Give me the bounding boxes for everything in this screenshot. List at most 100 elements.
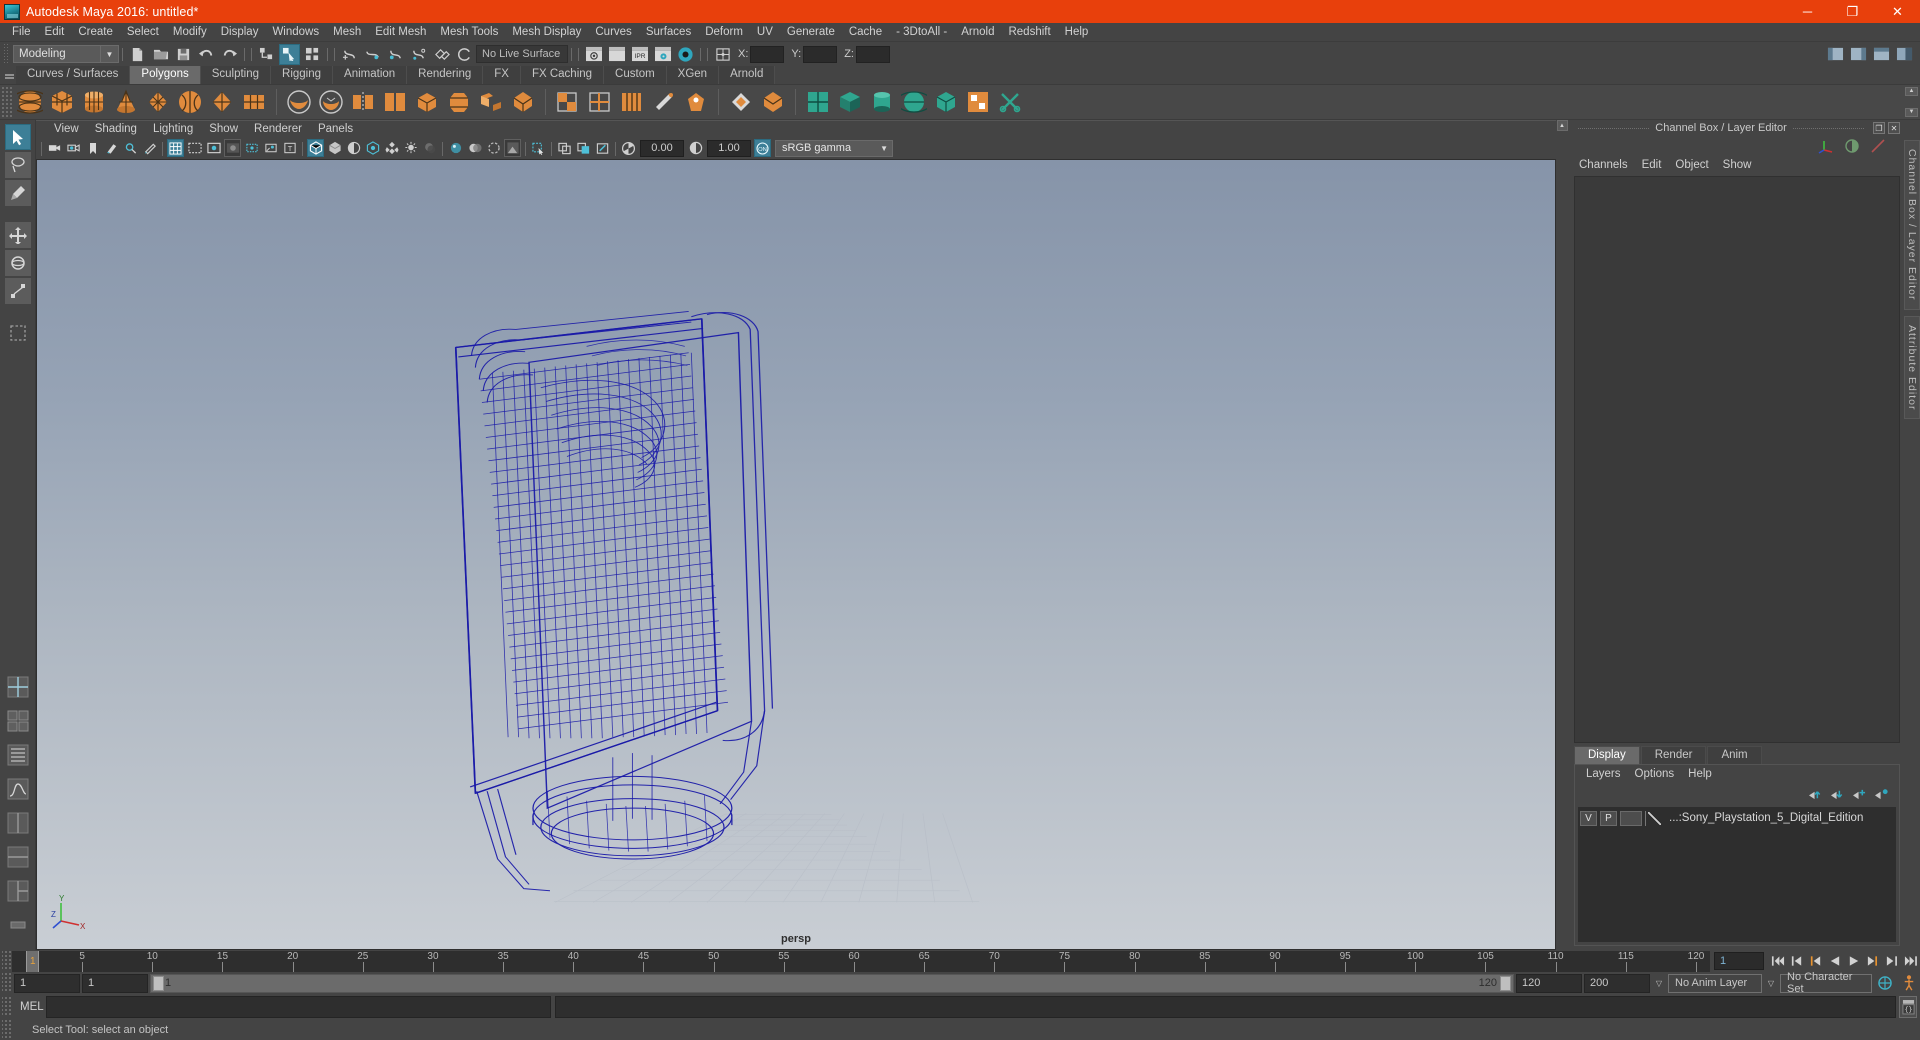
vertical-tab-channel-box[interactable]: Channel Box / Layer Editor <box>1904 140 1920 310</box>
viewport-menu-renderer[interactable]: Renderer <box>246 123 310 135</box>
menu-windows[interactable]: Windows <box>265 23 326 42</box>
select-by-object-type-button[interactable] <box>279 43 300 65</box>
snap-to-points-button[interactable] <box>385 44 406 65</box>
exposure-icon[interactable] <box>620 139 637 157</box>
color-profile-selector[interactable]: sRGB gamma ▼ <box>775 139 893 157</box>
move-layer-up-button[interactable] <box>1808 788 1823 801</box>
step-forward-frame-button[interactable] <box>1864 952 1881 971</box>
show-hide-modeling-toolkit-button[interactable] <box>1825 44 1846 65</box>
use-all-lights-icon[interactable] <box>402 139 419 157</box>
character-set-dropdown-arrow[interactable]: ▽ <box>1764 974 1778 993</box>
menu-edit[interactable]: Edit <box>38 23 72 42</box>
script-editor-icon[interactable]: {} <box>1899 996 1917 1018</box>
layer-tab-render[interactable]: Render <box>1640 746 1707 764</box>
manipulator-axis-icon[interactable] <box>1818 138 1834 154</box>
texture-display-icon[interactable] <box>383 139 400 157</box>
coord-y-field[interactable] <box>803 45 838 63</box>
channel-box-menu-edit[interactable]: Edit <box>1635 159 1669 171</box>
four-view-layout[interactable] <box>3 706 33 736</box>
resolution-gate-icon[interactable] <box>205 139 222 157</box>
layer-color-swatch[interactable] <box>1620 810 1642 826</box>
live-surface-field[interactable]: No Live Surface <box>476 45 568 63</box>
polygon-cube-icon[interactable] <box>47 87 77 117</box>
panel-close-button[interactable]: ✕ <box>1888 122 1900 134</box>
extrude-icon[interactable] <box>412 87 442 117</box>
hypershade-layout[interactable] <box>3 910 33 940</box>
select-tool[interactable] <box>4 124 31 150</box>
screen-space-ao-icon[interactable] <box>447 139 464 157</box>
bridge-icon[interactable] <box>476 87 506 117</box>
snap-to-curves-button[interactable] <box>362 44 383 65</box>
layer-tab-anim[interactable]: Anim <box>1707 746 1762 764</box>
animation-preferences-icon[interactable] <box>1898 973 1920 993</box>
shadows-toggle-icon[interactable] <box>421 139 438 157</box>
menu-display[interactable]: Display <box>214 23 266 42</box>
command-output-field[interactable] <box>555 996 1896 1018</box>
exposure-field[interactable]: 0.00 <box>640 139 684 157</box>
gamma-icon[interactable] <box>687 139 704 157</box>
layer-playback-toggle[interactable]: P <box>1600 810 1617 826</box>
grid-toggle-icon[interactable] <box>167 139 184 157</box>
polygon-pyramid-icon[interactable] <box>207 87 237 117</box>
snap-to-grid-button[interactable] <box>339 44 360 65</box>
polygon-torus-icon[interactable] <box>143 87 173 117</box>
viewport-3d-canvas[interactable]: persp Y X Z <box>36 159 1556 950</box>
viewport-scroll-up-icon[interactable]: ▲ <box>1556 120 1568 131</box>
step-forward-keyframe-button[interactable] <box>1883 952 1900 971</box>
gate-mask-icon[interactable] <box>224 139 241 157</box>
animation-end-field[interactable]: 200 <box>1584 973 1650 993</box>
xray-toggle-icon[interactable] <box>243 139 260 157</box>
layer-menu-layers[interactable]: Layers <box>1579 768 1628 780</box>
command-language-label[interactable]: MEL <box>12 1001 46 1013</box>
multisample-aa-icon[interactable] <box>485 139 502 157</box>
shelf-gripper[interactable] <box>2 85 14 119</box>
target-weld-icon[interactable] <box>681 87 711 117</box>
last-tool-used[interactable] <box>5 320 31 346</box>
snap-to-projected-center-button[interactable] <box>408 44 429 65</box>
paint-select-tool[interactable] <box>4 180 31 206</box>
menu-help[interactable]: Help <box>1058 23 1096 42</box>
shelf-tab-sculpting[interactable]: Sculpting <box>200 66 272 84</box>
time-slider-gripper[interactable] <box>2 951 12 971</box>
mirror-geometry-icon[interactable] <box>348 87 378 117</box>
menu-surfaces[interactable]: Surfaces <box>639 23 698 42</box>
scale-tool[interactable] <box>4 278 31 304</box>
viewport-menu-panels[interactable]: Panels <box>310 123 361 135</box>
polygon-prism-icon[interactable] <box>239 87 269 117</box>
menu-edit-mesh[interactable]: Edit Mesh <box>368 23 433 42</box>
shelf-tab-xgen[interactable]: XGen <box>666 66 720 84</box>
menu-generate[interactable]: Generate <box>780 23 842 42</box>
toggle-transform-fields-button[interactable] <box>712 44 733 65</box>
bookmark-icon[interactable] <box>84 139 101 157</box>
uv-cut-icon[interactable] <box>995 87 1025 117</box>
shelf-tab-gripper[interactable] <box>2 66 16 84</box>
shelf-scroll-controls[interactable]: ▲ ▼ <box>1905 87 1918 117</box>
close-button[interactable]: ✕ <box>1875 0 1920 23</box>
maximize-button[interactable]: ❐ <box>1830 0 1875 23</box>
use-default-material-icon[interactable] <box>364 139 381 157</box>
shelf-tab-fx[interactable]: FX <box>483 66 521 84</box>
slope-line-icon[interactable] <box>1870 138 1886 154</box>
automatic-mapping-icon[interactable] <box>931 87 961 117</box>
smooth-icon[interactable] <box>508 87 538 117</box>
shelf-tab-rendering[interactable]: Rendering <box>407 66 484 84</box>
view-transform-active-icon[interactable] <box>575 139 592 157</box>
shelf-tab-arnold[interactable]: Arnold <box>719 66 776 84</box>
menu-set-dropdown-arrow[interactable]: ▼ <box>101 45 119 63</box>
camera-attributes-icon[interactable] <box>65 139 82 157</box>
go-to-end-button[interactable] <box>1902 952 1919 971</box>
view-transform-icon[interactable] <box>556 139 573 157</box>
menu-arnold[interactable]: Arnold <box>954 23 1001 42</box>
redo-previous-render-button[interactable] <box>606 44 627 65</box>
range-bar[interactable]: 1 120 <box>150 973 1514 993</box>
color-management-toggle[interactable]: ON <box>754 139 771 157</box>
shelf-tab-fx-caching[interactable]: FX Caching <box>520 66 605 84</box>
two-pane-stacked-layout[interactable] <box>3 842 33 872</box>
ipr-render-button[interactable]: IPR <box>629 44 650 65</box>
coord-z-field[interactable] <box>855 45 890 63</box>
menu-modify[interactable]: Modify <box>166 23 214 42</box>
half-circle-icon[interactable] <box>1844 138 1860 154</box>
uv-layout-icon[interactable] <box>963 87 993 117</box>
sculpt-geometry-icon[interactable] <box>758 87 788 117</box>
menu-curves[interactable]: Curves <box>588 23 638 42</box>
